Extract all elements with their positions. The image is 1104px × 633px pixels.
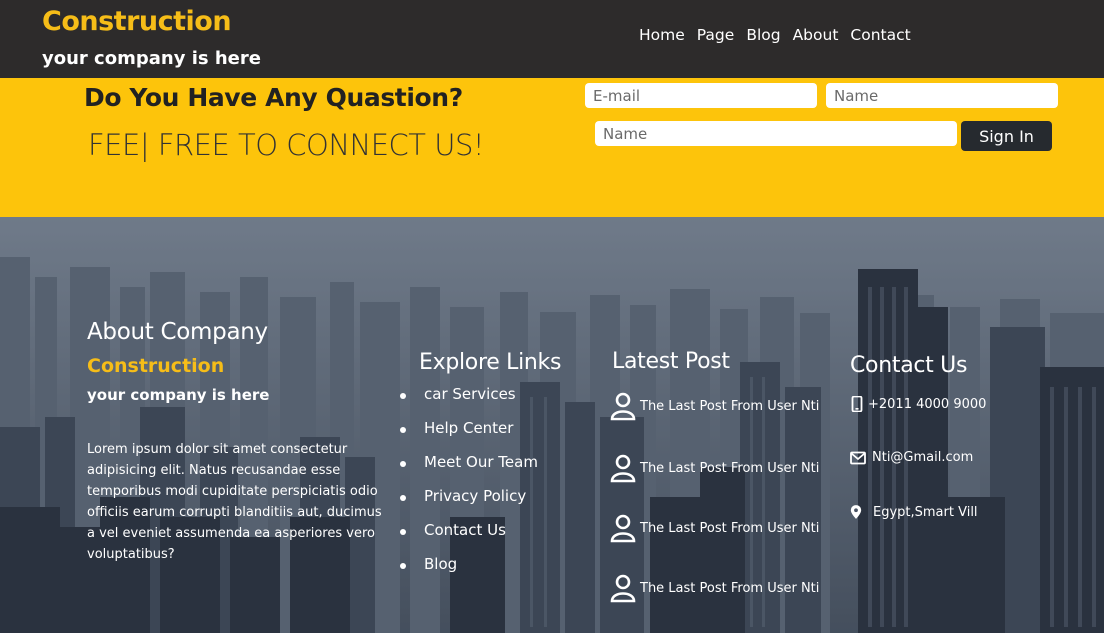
latest-post-item[interactable]: The Last Post From User Nti [610,390,819,422]
brand-title[interactable]: Construction [42,6,232,37]
explore-link-help-center[interactable]: Help Center [400,419,538,453]
bullet-icon [400,427,406,433]
contact-band: Do You Have Any Quastion? FEE| FREE TO C… [0,78,1104,217]
name-field-2[interactable] [595,121,957,146]
about-tagline: your company is here [87,386,270,404]
site-footer: About Company Construction your company … [0,217,1104,633]
latest-post-title: Latest Post [612,349,730,374]
explore-link-privacy[interactable]: Privacy Policy [400,487,538,521]
contact-email[interactable]: Nti@Gmail.com [850,450,973,465]
background-overlay [0,217,1104,633]
explore-link-contact[interactable]: Contact Us [400,521,538,555]
nav-contact[interactable]: Contact [850,26,910,44]
name-field[interactable] [826,83,1058,108]
explore-title: Explore Links [419,350,562,375]
user-icon [610,514,636,543]
map-pin-icon [850,505,862,519]
bullet-icon [400,495,406,501]
nav-about[interactable]: About [793,26,839,44]
latest-post-item[interactable]: The Last Post From User Nti [610,452,819,484]
band-subtitle: FEE| FREE TO CONNECT US! [88,128,485,162]
main-nav: Home Page Blog About Contact [639,26,923,44]
site-header: Construction your company is here Home P… [0,0,1104,78]
nav-home[interactable]: Home [639,26,685,44]
email-field[interactable] [585,83,817,108]
user-icon [610,392,636,421]
explore-link-blog[interactable]: Blog [400,555,538,589]
user-icon [610,454,636,483]
band-question: Do You Have Any Quastion? [84,83,463,112]
bullet-icon [400,529,406,535]
brand-tagline: your company is here [42,48,261,69]
sign-in-button[interactable]: Sign In [961,121,1052,151]
explore-link-meet-team[interactable]: Meet Our Team [400,453,538,487]
user-icon [610,574,636,603]
envelope-icon [850,451,866,464]
about-brand: Construction [87,355,225,377]
bullet-icon [400,563,406,569]
contact-address: Egypt,Smart Vill [850,504,978,520]
explore-links: car Services Help Center Meet Our Team P… [400,385,538,589]
nav-page[interactable]: Page [697,26,735,44]
latest-post-item[interactable]: The Last Post From User Nti [610,512,819,544]
latest-post-item[interactable]: The Last Post From User Nti [610,572,819,604]
phone-icon [851,396,863,412]
contact-title: Contact Us [850,353,968,378]
about-title: About Company [87,319,268,345]
bullet-icon [400,461,406,467]
bullet-icon [400,393,406,399]
explore-link-car-services[interactable]: car Services [400,385,538,419]
contact-phone: +2011 4000 9000 [850,396,986,412]
nav-blog[interactable]: Blog [746,26,780,44]
about-text: Lorem ipsum dolor sit amet consectetur a… [87,442,382,562]
